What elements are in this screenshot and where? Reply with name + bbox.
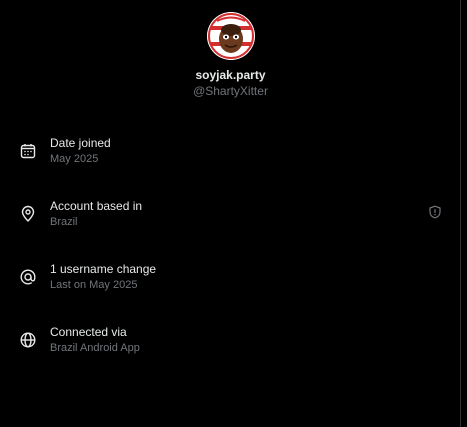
location-pin-icon: [19, 205, 37, 223]
info-row-text: Connected via Brazil Android App: [50, 325, 140, 355]
info-row-subtitle: Brazil: [50, 216, 78, 228]
info-row-title: Date joined: [50, 136, 111, 150]
username-handle: @ShartyXitter: [193, 84, 268, 98]
at-sign-icon: [19, 268, 37, 286]
profile-header: soyjak.party @ShartyXitter: [0, 12, 461, 98]
info-row-date-joined[interactable]: Date joined May 2025: [0, 130, 461, 193]
info-row-subtitle: May 2025: [50, 153, 99, 165]
info-row-text: 1 username change Last on May 2025: [50, 262, 156, 292]
info-row-subtitle: Last on May 2025: [50, 279, 138, 291]
about-account-panel: soyjak.party @ShartyXitter Date joined M…: [0, 0, 461, 427]
info-row-text: Date joined May 2025: [50, 136, 111, 166]
info-row-title: 1 username change: [50, 262, 157, 276]
info-row-text: Account based in Brazil: [50, 199, 142, 229]
avatar[interactable]: [206, 12, 255, 60]
globe-icon: [19, 331, 37, 349]
info-row-account-based-in[interactable]: Account based in Brazil: [0, 193, 461, 256]
info-row-title: Connected via: [50, 325, 127, 339]
info-row-connected-via[interactable]: Connected via Brazil Android App: [0, 319, 461, 382]
avatar-image: [206, 12, 255, 60]
shield-info-icon[interactable]: [428, 205, 442, 219]
info-row-title: Account based in: [50, 199, 143, 213]
calendar-icon: [19, 142, 37, 160]
account-info-list: Date joined May 2025 Account based in Br…: [0, 130, 461, 382]
display-name: soyjak.party: [195, 68, 266, 82]
info-row-username-changes[interactable]: 1 username change Last on May 2025: [0, 256, 461, 319]
info-row-subtitle: Brazil Android App: [50, 342, 140, 354]
